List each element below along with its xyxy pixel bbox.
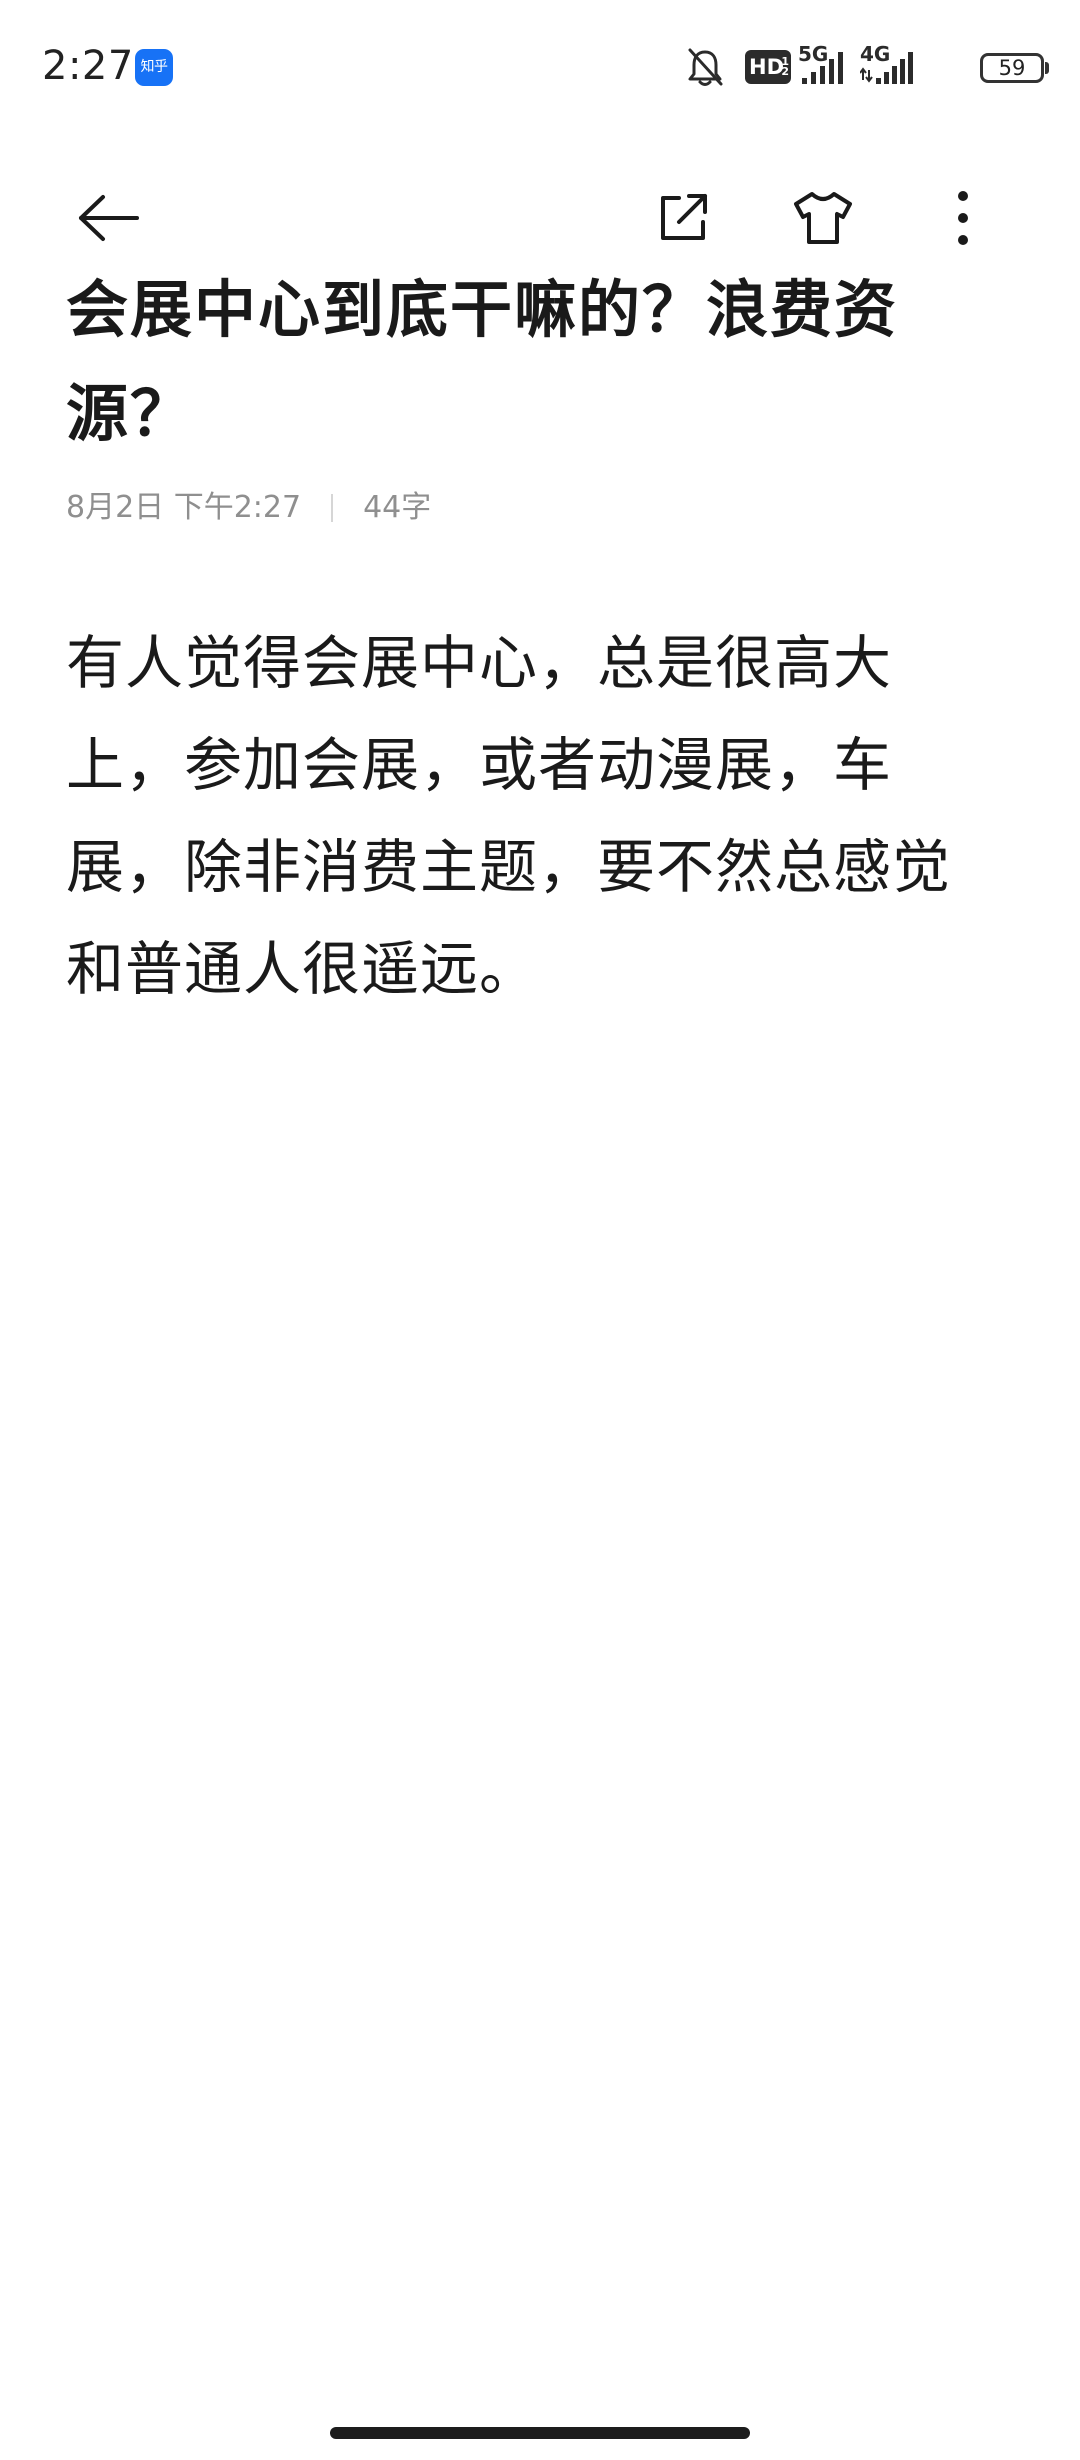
- bell-off-icon: [688, 48, 723, 86]
- theme-button[interactable]: [778, 173, 868, 263]
- article-date: 8月2日 下午2:27: [66, 490, 302, 525]
- article-word-count: 44字: [363, 490, 432, 525]
- article-title: 会展中心到底干嘛的？浪费资源？: [66, 273, 899, 450]
- share-button[interactable]: [638, 173, 728, 263]
- article-meta: 8月2日 下午2:27 44字: [66, 484, 431, 532]
- zhihu-app-icon: 知乎: [135, 49, 173, 86]
- home-indicator[interactable]: [330, 2427, 750, 2439]
- more-vertical-icon: [958, 191, 968, 245]
- article-body: 有人觉得会展中心，总是很高大上，参加会展，或者动漫展，车展，除非消费主题，要不然…: [66, 629, 952, 1003]
- hd-sub: 2: [781, 65, 789, 78]
- back-button[interactable]: [63, 173, 153, 263]
- share-external-icon: [661, 194, 707, 240]
- hd-label: HD: [749, 55, 785, 79]
- status-time: 2:27: [42, 43, 134, 89]
- tshirt-theme-icon: [794, 192, 852, 244]
- more-options-button[interactable]: [918, 173, 1008, 263]
- hd-voice-icon: HD 1 2: [745, 50, 791, 84]
- status-icons: HD 1 2 5G 4G 59: [660, 0, 1080, 135]
- battery-icon: 59: [980, 53, 1044, 83]
- signal-icon: [802, 52, 843, 84]
- back-arrow-icon: [79, 195, 139, 241]
- battery-tip: [1045, 62, 1049, 74]
- signal-icon: [860, 52, 913, 84]
- status-bar: 2:27 知乎 HD 1 2 5G 4G 59: [0, 0, 1080, 135]
- meta-divider: [331, 494, 334, 522]
